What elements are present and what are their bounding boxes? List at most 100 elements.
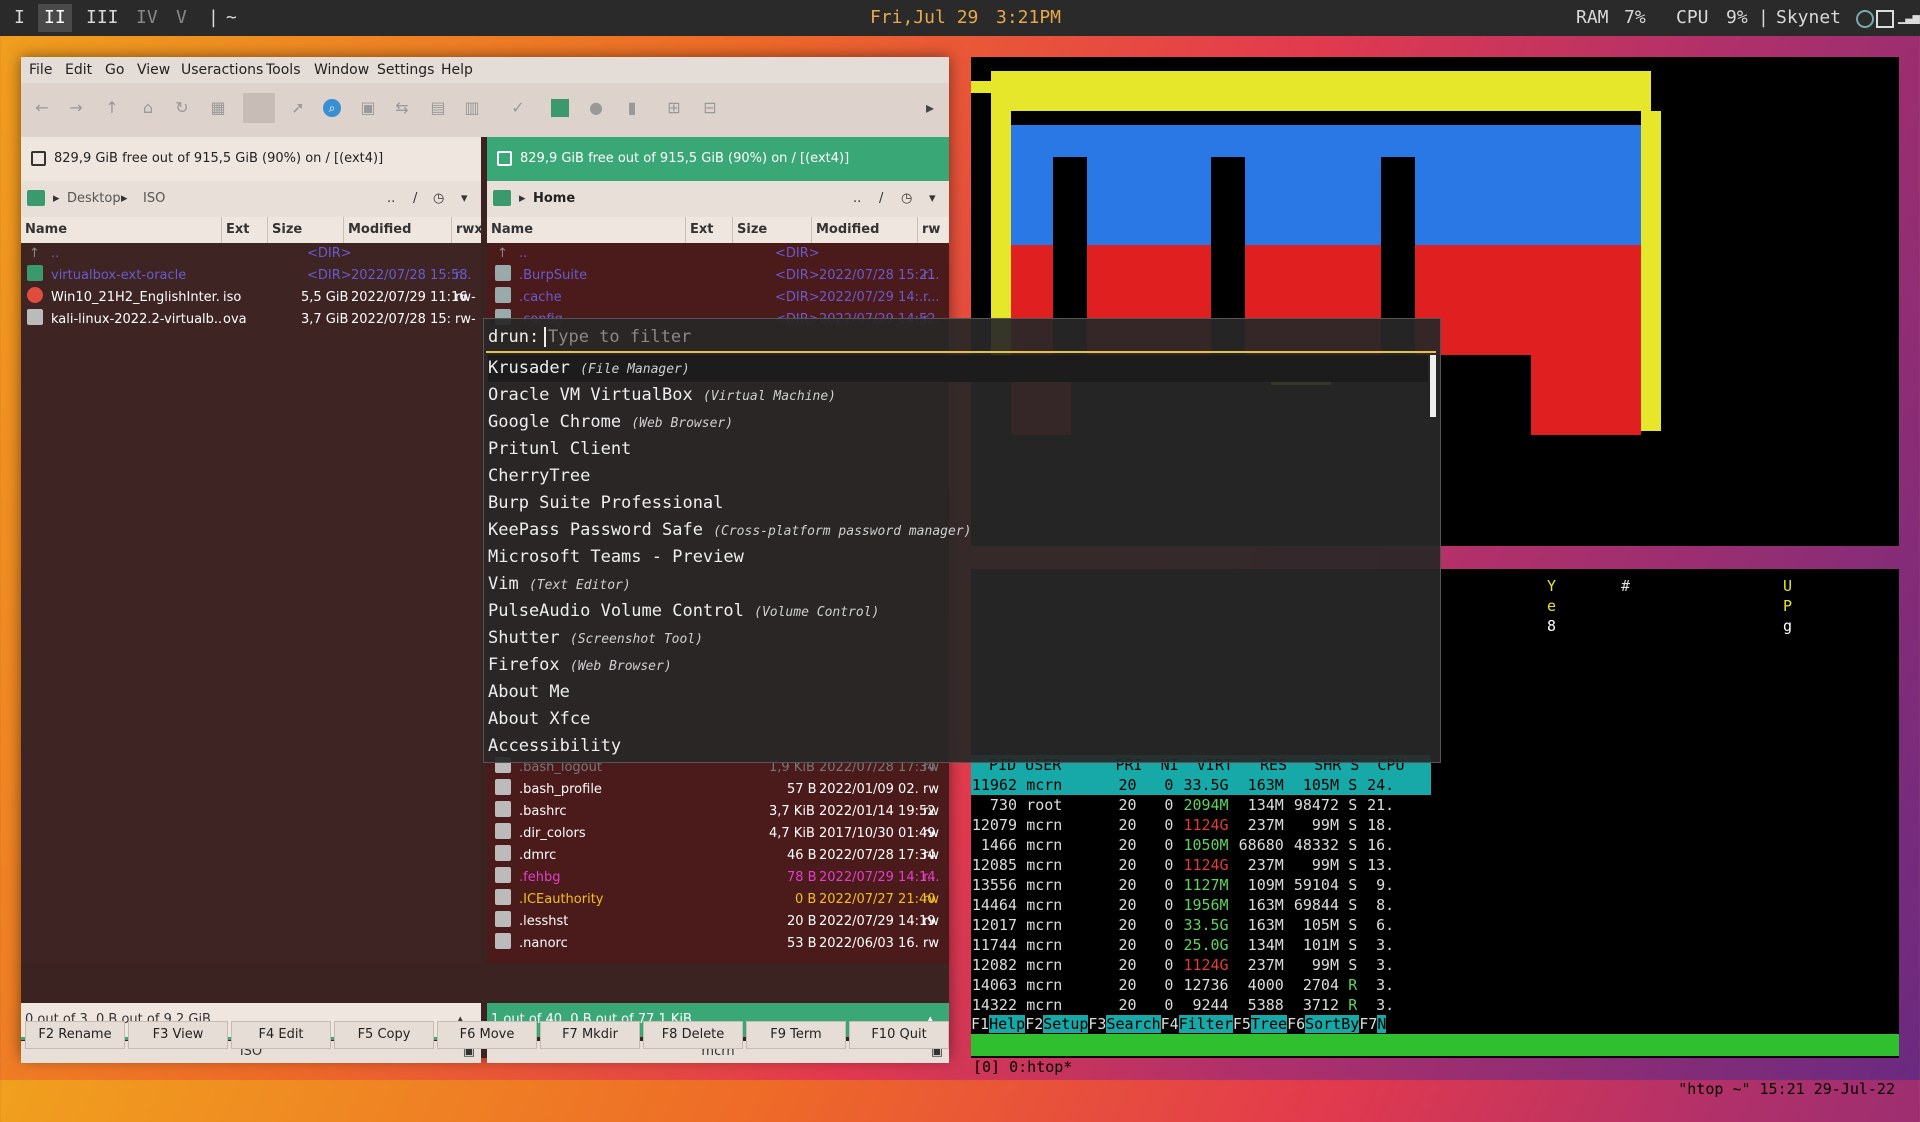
htop-process-row[interactable]: 14464 mcrn 20 0 1956M 163M 69844 S 8.	[971, 895, 1431, 915]
path-root[interactable]: /	[413, 181, 417, 217]
rofi-item[interactable]: Accessibility	[488, 733, 1428, 760]
search-icon[interactable]: ⌕	[323, 99, 341, 117]
htop-process-row[interactable]: 14063 mcrn 20 0 12736 4000 2704 R 3.	[971, 975, 1431, 995]
htop-nice-button[interactable]: N	[1377, 1015, 1387, 1033]
path-root[interactable]: /	[879, 181, 883, 217]
trash-icon[interactable]: ▮	[623, 99, 641, 117]
more-icon[interactable]: ▸	[921, 99, 939, 117]
user-icon[interactable]: ●	[587, 99, 605, 117]
rofi-item[interactable]: Krusader (File Manager)	[488, 355, 1428, 382]
rofi-item[interactable]: Shutter (Screenshot Tool)	[488, 625, 1428, 652]
col-ext[interactable]: Ext	[221, 217, 249, 243]
folder-icon[interactable]	[551, 99, 569, 117]
htop-process-row[interactable]: 14322 mcrn 20 0 9244 5388 3712 R 3.	[971, 995, 1431, 1015]
htop-process-row[interactable]: 11962 mcrn 20 0 33.5G 163M 105M S 24.	[971, 775, 1431, 795]
htop-process-row[interactable]: 12079 mcrn 20 0 1124G 237M 99M S 18.	[971, 815, 1431, 835]
table-row[interactable]: .cache <DIR> 2022/07/29 14:... r...	[487, 287, 949, 309]
crumb-desktop[interactable]: Desktop	[67, 181, 121, 217]
menu-file[interactable]: File	[29, 62, 52, 78]
menu-edit[interactable]: Edit	[65, 62, 92, 78]
table-row[interactable]: .dir_colors 4,7 KiB 2017/10/30 01:49 rw	[487, 823, 949, 845]
f3-view-button[interactable]: F3 View	[128, 1021, 228, 1049]
htop-sortby-button[interactable]: SortBy	[1305, 1015, 1360, 1033]
rofi-item[interactable]: Pritunl Client	[488, 436, 1428, 463]
workspace-4[interactable]: IV	[136, 7, 158, 28]
bookmark-icon[interactable]: ▾	[929, 181, 936, 217]
menu-useractions[interactable]: Useractions	[181, 62, 263, 78]
archive-icon[interactable]: ▤	[429, 99, 447, 117]
table-row[interactable]: .bashrc 3,7 KiB 2022/01/14 19:52 rw	[487, 801, 949, 823]
network-icon[interactable]	[1856, 10, 1874, 28]
rofi-item[interactable]: Vim (Text Editor)	[488, 571, 1428, 598]
menu-window[interactable]: Window	[314, 62, 369, 78]
rofi-item[interactable]: About Xfce	[488, 706, 1428, 733]
htop-process-row[interactable]: 1466 mcrn 20 0 1050M 68680 48332 S 16.	[971, 835, 1431, 855]
col-rwx[interactable]: rwx	[451, 217, 483, 243]
htop-process-row[interactable]: 13556 mcrn 20 0 1127M 109M 59104 S 9.	[971, 875, 1431, 895]
up-icon[interactable]: ↑	[103, 99, 121, 117]
tmux-window-list[interactable]: [0] 0:htop*	[973, 1056, 1072, 1078]
bookmark-icon[interactable]: ▾	[461, 181, 468, 217]
htop-process-row[interactable]: 11744 mcrn 20 0 25.0G 134M 101M S 3.	[971, 935, 1431, 955]
rofi-filter-input[interactable]: Type to filter	[544, 327, 691, 347]
col-size[interactable]: Size	[267, 217, 302, 243]
htop-process-row[interactable]: 12085 mcrn 20 0 1124G 237M 99M S 13.	[971, 855, 1431, 875]
copy-icon[interactable]: ▣	[359, 99, 377, 117]
table-row[interactable]: kali-linux-2022.2-virtualb... ova 3,7 Gi…	[21, 309, 481, 331]
menu-help[interactable]: Help	[441, 62, 473, 78]
col-name[interactable]: Name	[21, 217, 67, 243]
back-icon[interactable]: ←	[33, 99, 51, 117]
rofi-item[interactable]: Microsoft Teams - Preview	[488, 544, 1428, 571]
table-row[interactable]: .lesshst 20 B 2022/07/29 14:19 rw	[487, 911, 949, 933]
rofi-item[interactable]: KeePass Password Safe (Cross-platform pa…	[488, 517, 1428, 544]
remove-tab-icon[interactable]: ⊟	[701, 99, 719, 117]
table-row[interactable]: .dmrc 46 B 2022/07/28 17:34 rw	[487, 845, 949, 867]
htop-tree-button[interactable]: Tree	[1250, 1015, 1288, 1033]
col-size[interactable]: Size	[732, 217, 767, 243]
htop-search-button[interactable]: Search	[1106, 1015, 1161, 1033]
f6-move-button[interactable]: F6 Move	[437, 1021, 537, 1049]
home-icon[interactable]: ⌂	[139, 99, 157, 117]
f4-edit-button[interactable]: F4 Edit	[231, 1021, 331, 1049]
table-row[interactable]: .fehbg 78 B 2022/07/29 14:14 r...	[487, 867, 949, 889]
crumb-home[interactable]: Home	[533, 181, 575, 217]
workspace-3[interactable]: III	[86, 7, 119, 28]
menu-settings[interactable]: Settings	[377, 62, 434, 78]
f8-delete-button[interactable]: F8 Delete	[643, 1021, 743, 1049]
workspace-2[interactable]: II	[38, 4, 72, 32]
rofi-item[interactable]: Burp Suite Professional	[488, 490, 1428, 517]
path-parent[interactable]: ..	[853, 181, 861, 217]
extract-icon[interactable]: ▥	[463, 99, 481, 117]
forward-icon[interactable]: →	[67, 99, 85, 117]
htop-help-button[interactable]: Help	[989, 1015, 1026, 1033]
sync-icon[interactable]: ⇆	[393, 99, 411, 117]
table-row[interactable]: .nanorc 53 B 2022/06/03 16... rw	[487, 933, 949, 955]
menu-tools[interactable]: Tools	[266, 62, 301, 78]
pointer-icon[interactable]: ➚	[289, 99, 307, 117]
rofi-item[interactable]: About Me	[488, 679, 1428, 706]
rofi-item[interactable]: CherryTree	[488, 463, 1428, 490]
htop-process-row[interactable]: 730 root 20 0 2094M 134M 98472 S 21.	[971, 795, 1431, 815]
workspace-1[interactable]: I	[14, 7, 25, 28]
f2-rename-button[interactable]: F2 Rename	[25, 1021, 125, 1049]
table-row[interactable]: .bash_profile 57 B 2022/01/09 02... rw	[487, 779, 949, 801]
f7-mkdir-button[interactable]: F7 Mkdir	[540, 1021, 640, 1049]
rofi-item[interactable]: Google Chrome (Web Browser)	[488, 409, 1428, 436]
rofi-item[interactable]: Firefox (Web Browser)	[488, 652, 1428, 679]
check-icon[interactable]: ✓	[509, 99, 527, 117]
col-name[interactable]: Name	[487, 217, 533, 243]
htop-setup-button[interactable]: Setup	[1043, 1015, 1089, 1033]
f10-quit-button[interactable]: F10 Quit	[849, 1021, 949, 1049]
add-tab-icon[interactable]: ⊞	[665, 99, 683, 117]
col-rw[interactable]: rw	[917, 217, 940, 243]
rofi-item[interactable]: Oracle VM VirtualBox (Virtual Machine)	[488, 382, 1428, 409]
screenshot-icon[interactable]	[1876, 10, 1894, 28]
rofi-item[interactable]: PulseAudio Volume Control (Volume Contro…	[488, 598, 1428, 625]
terminal-icon[interactable]	[243, 93, 275, 123]
history-icon[interactable]: ◷	[433, 181, 444, 217]
table-row[interactable]: ↑ .. <DIR>	[487, 243, 949, 265]
workspace-5[interactable]: V	[176, 7, 187, 28]
col-modified[interactable]: Modified	[811, 217, 879, 243]
htop-filter-button[interactable]: Filter	[1178, 1015, 1233, 1033]
crumb-iso[interactable]: ISO	[143, 181, 165, 217]
